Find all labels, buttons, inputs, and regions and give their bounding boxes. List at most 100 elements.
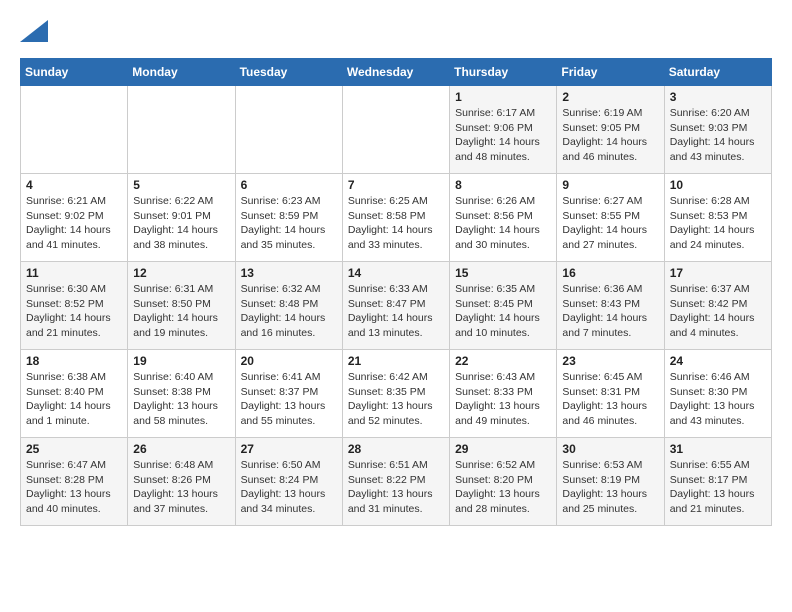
calendar-cell	[342, 86, 449, 174]
calendar-cell: 6 Sunrise: 6:23 AM Sunset: 8:59 PM Daylig…	[235, 174, 342, 262]
day-info: Sunrise: 6:30 AM Sunset: 8:52 PM Dayligh…	[26, 282, 122, 341]
header-day-thursday: Thursday	[450, 59, 557, 86]
day-number: 21	[348, 354, 444, 368]
day-info: Sunrise: 6:33 AM Sunset: 8:47 PM Dayligh…	[348, 282, 444, 341]
calendar-cell	[235, 86, 342, 174]
logo-icon	[20, 20, 48, 42]
header-day-tuesday: Tuesday	[235, 59, 342, 86]
day-info: Sunrise: 6:42 AM Sunset: 8:35 PM Dayligh…	[348, 370, 444, 429]
header-day-monday: Monday	[128, 59, 235, 86]
day-number: 30	[562, 442, 658, 456]
header-day-friday: Friday	[557, 59, 664, 86]
day-info: Sunrise: 6:31 AM Sunset: 8:50 PM Dayligh…	[133, 282, 229, 341]
day-info: Sunrise: 6:46 AM Sunset: 8:30 PM Dayligh…	[670, 370, 766, 429]
day-number: 8	[455, 178, 551, 192]
day-info: Sunrise: 6:47 AM Sunset: 8:28 PM Dayligh…	[26, 458, 122, 517]
day-number: 24	[670, 354, 766, 368]
logo	[20, 20, 52, 42]
week-row-4: 18 Sunrise: 6:38 AM Sunset: 8:40 PM Dayli…	[21, 350, 772, 438]
day-info: Sunrise: 6:51 AM Sunset: 8:22 PM Dayligh…	[348, 458, 444, 517]
calendar-cell: 14 Sunrise: 6:33 AM Sunset: 8:47 PM Dayli…	[342, 262, 449, 350]
day-info: Sunrise: 6:41 AM Sunset: 8:37 PM Dayligh…	[241, 370, 337, 429]
calendar-cell: 27 Sunrise: 6:50 AM Sunset: 8:24 PM Dayli…	[235, 438, 342, 526]
calendar-cell: 28 Sunrise: 6:51 AM Sunset: 8:22 PM Dayli…	[342, 438, 449, 526]
day-number: 29	[455, 442, 551, 456]
day-number: 31	[670, 442, 766, 456]
day-number: 3	[670, 90, 766, 104]
day-number: 28	[348, 442, 444, 456]
day-number: 15	[455, 266, 551, 280]
day-number: 7	[348, 178, 444, 192]
calendar-cell: 23Sunrise: 6:45 AM Sunset: 8:31 PM Dayli…	[557, 350, 664, 438]
day-number: 16	[562, 266, 658, 280]
day-number: 20	[241, 354, 337, 368]
calendar-cell: 15 Sunrise: 6:35 AM Sunset: 8:45 PM Dayli…	[450, 262, 557, 350]
calendar-cell: 1Sunrise: 6:17 AM Sunset: 9:06 PM Daylig…	[450, 86, 557, 174]
day-info: Sunrise: 6:26 AM Sunset: 8:56 PM Dayligh…	[455, 194, 551, 253]
day-number: 10	[670, 178, 766, 192]
day-info: Sunrise: 6:37 AM Sunset: 8:42 PM Dayligh…	[670, 282, 766, 341]
calendar-cell: 11Sunrise: 6:30 AM Sunset: 8:52 PM Dayli…	[21, 262, 128, 350]
calendar-cell: 21 Sunrise: 6:42 AM Sunset: 8:35 PM Dayli…	[342, 350, 449, 438]
calendar-cell: 8 Sunrise: 6:26 AM Sunset: 8:56 PM Daylig…	[450, 174, 557, 262]
day-number: 2	[562, 90, 658, 104]
day-info: Sunrise: 6:50 AM Sunset: 8:24 PM Dayligh…	[241, 458, 337, 517]
day-info: Sunrise: 6:20 AM Sunset: 9:03 PM Dayligh…	[670, 106, 766, 165]
week-row-5: 25Sunrise: 6:47 AM Sunset: 8:28 PM Dayli…	[21, 438, 772, 526]
day-number: 18	[26, 354, 122, 368]
day-number: 27	[241, 442, 337, 456]
day-info: Sunrise: 6:25 AM Sunset: 8:58 PM Dayligh…	[348, 194, 444, 253]
day-info: Sunrise: 6:45 AM Sunset: 8:31 PM Dayligh…	[562, 370, 658, 429]
calendar-cell: 9 Sunrise: 6:27 AM Sunset: 8:55 PM Daylig…	[557, 174, 664, 262]
day-info: Sunrise: 6:27 AM Sunset: 8:55 PM Dayligh…	[562, 194, 658, 253]
day-info: Sunrise: 6:19 AM Sunset: 9:05 PM Dayligh…	[562, 106, 658, 165]
day-info: Sunrise: 6:21 AM Sunset: 9:02 PM Dayligh…	[26, 194, 122, 253]
calendar-cell: 24 Sunrise: 6:46 AM Sunset: 8:30 PM Dayli…	[664, 350, 771, 438]
day-info: Sunrise: 6:36 AM Sunset: 8:43 PM Dayligh…	[562, 282, 658, 341]
day-number: 4	[26, 178, 122, 192]
day-info: Sunrise: 6:35 AM Sunset: 8:45 PM Dayligh…	[455, 282, 551, 341]
day-info: Sunrise: 6:43 AM Sunset: 8:33 PM Dayligh…	[455, 370, 551, 429]
days-row: SundayMondayTuesdayWednesdayThursdayFrid…	[21, 59, 772, 86]
calendar-cell: 20 Sunrise: 6:41 AM Sunset: 8:37 PM Dayli…	[235, 350, 342, 438]
day-number: 6	[241, 178, 337, 192]
day-number: 22	[455, 354, 551, 368]
calendar-cell: 29 Sunrise: 6:52 AM Sunset: 8:20 PM Dayli…	[450, 438, 557, 526]
week-row-2: 4 Sunrise: 6:21 AM Sunset: 9:02 PM Daylig…	[21, 174, 772, 262]
calendar-cell: 13Sunrise: 6:32 AM Sunset: 8:48 PM Dayli…	[235, 262, 342, 350]
day-info: Sunrise: 6:23 AM Sunset: 8:59 PM Dayligh…	[241, 194, 337, 253]
calendar-cell: 10 Sunrise: 6:28 AM Sunset: 8:53 PM Dayli…	[664, 174, 771, 262]
calendar-cell	[21, 86, 128, 174]
calendar-cell: 17 Sunrise: 6:37 AM Sunset: 8:42 PM Dayli…	[664, 262, 771, 350]
day-info: Sunrise: 6:53 AM Sunset: 8:19 PM Dayligh…	[562, 458, 658, 517]
day-info: Sunrise: 6:55 AM Sunset: 8:17 PM Dayligh…	[670, 458, 766, 517]
week-row-3: 11Sunrise: 6:30 AM Sunset: 8:52 PM Dayli…	[21, 262, 772, 350]
day-info: Sunrise: 6:52 AM Sunset: 8:20 PM Dayligh…	[455, 458, 551, 517]
calendar-cell: 30 Sunrise: 6:53 AM Sunset: 8:19 PM Dayli…	[557, 438, 664, 526]
day-info: Sunrise: 6:32 AM Sunset: 8:48 PM Dayligh…	[241, 282, 337, 341]
day-info: Sunrise: 6:38 AM Sunset: 8:40 PM Dayligh…	[26, 370, 122, 429]
day-number: 14	[348, 266, 444, 280]
day-info: Sunrise: 6:28 AM Sunset: 8:53 PM Dayligh…	[670, 194, 766, 253]
calendar-cell: 12 Sunrise: 6:31 AM Sunset: 8:50 PM Dayli…	[128, 262, 235, 350]
day-number: 19	[133, 354, 229, 368]
calendar-cell: 5Sunrise: 6:22 AM Sunset: 9:01 PM Daylig…	[128, 174, 235, 262]
header-day-sunday: Sunday	[21, 59, 128, 86]
day-number: 9	[562, 178, 658, 192]
day-info: Sunrise: 6:17 AM Sunset: 9:06 PM Dayligh…	[455, 106, 551, 165]
calendar-cell: 31 Sunrise: 6:55 AM Sunset: 8:17 PM Dayli…	[664, 438, 771, 526]
calendar-cell: 26 Sunrise: 6:48 AM Sunset: 8:26 PM Dayli…	[128, 438, 235, 526]
calendar-cell: 22 Sunrise: 6:43 AM Sunset: 8:33 PM Dayli…	[450, 350, 557, 438]
day-number: 12	[133, 266, 229, 280]
day-number: 17	[670, 266, 766, 280]
calendar-cell: 19Sunrise: 6:40 AM Sunset: 8:38 PM Dayli…	[128, 350, 235, 438]
calendar-header: SundayMondayTuesdayWednesdayThursdayFrid…	[21, 59, 772, 86]
header-day-saturday: Saturday	[664, 59, 771, 86]
calendar-cell: 16 Sunrise: 6:36 AM Sunset: 8:43 PM Dayli…	[557, 262, 664, 350]
week-row-1: 1Sunrise: 6:17 AM Sunset: 9:06 PM Daylig…	[21, 86, 772, 174]
day-number: 26	[133, 442, 229, 456]
calendar-cell: 25Sunrise: 6:47 AM Sunset: 8:28 PM Dayli…	[21, 438, 128, 526]
day-number: 5	[133, 178, 229, 192]
calendar-cell: 2 Sunrise: 6:19 AM Sunset: 9:05 PM Daylig…	[557, 86, 664, 174]
day-info: Sunrise: 6:48 AM Sunset: 8:26 PM Dayligh…	[133, 458, 229, 517]
